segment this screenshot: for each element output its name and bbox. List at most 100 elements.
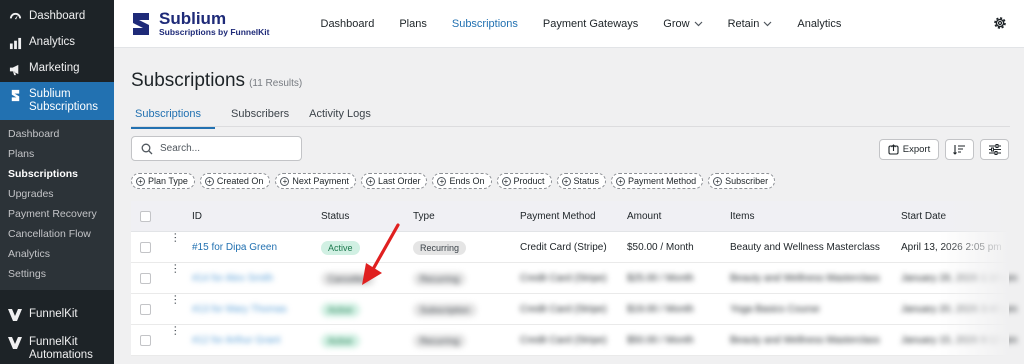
nav-retain[interactable]: Retain [715,18,785,30]
row-actions-icon[interactable]: ⋯ [169,325,182,356]
sort-icon [953,145,965,155]
sliders-icon [988,144,1001,155]
status-badge: Active [321,302,360,317]
sidebar-item-sublium-subscriptions[interactable]: Sublium Subscriptions [0,82,114,120]
row-checkbox[interactable] [140,335,151,346]
sidebar-item-dashboard[interactable]: Dashboard [0,4,114,30]
subscription-id-link[interactable]: #13 for Mary Thomas [192,294,287,325]
filter-chips: + Plan Type + Created On + Next Payment + La… [131,173,776,189]
col-header-start-date[interactable]: Start Date [901,201,946,232]
items-cell: Yoga Basics Course [730,304,820,315]
filter-payment-method[interactable]: + Payment Method [611,173,704,189]
chevron-down-icon [763,21,772,26]
nav-plans[interactable]: Plans [387,18,440,30]
nav-grow[interactable]: Grow [651,18,715,30]
nav-payment-gateways[interactable]: Payment Gateways [530,18,650,30]
plus-circle-icon: + [437,176,447,186]
plus-circle-icon: + [713,176,723,186]
page-title-text: Subscriptions [131,70,246,91]
funnelkit-icon [8,336,22,350]
row-checkbox[interactable] [140,304,151,315]
items-cell: Beauty and Wellness Masterclass [730,335,880,346]
export-button[interactable]: Export [879,139,939,160]
sublium-logo-icon [133,12,149,35]
submenu-item-plans[interactable]: Plans [0,144,114,164]
sidebar-item-label: FunnelKit [29,308,78,320]
brand-logo[interactable]: Sublium Subscriptions by FunnelKit [130,10,300,37]
start-date-cell: January 28, 2026 1:10 pm [901,273,1018,284]
table-row[interactable]: ⋯ #14 for Alex Smith Cancelled Recurring… [131,263,1017,294]
select-all-checkbox[interactable] [140,211,151,222]
filter-ends-on[interactable]: + Ends On [432,173,492,189]
brand-subtitle: Subscriptions by FunnelKit [159,27,270,37]
plus-circle-icon: + [561,176,571,186]
row-actions-icon[interactable]: ⋯ [169,232,182,263]
sidebar-item-funnelkit-automations[interactable]: FunnelKit Automations [0,328,114,364]
sort-button[interactable] [945,139,974,160]
select-all-cell [140,201,151,232]
submenu-item-payment-recovery[interactable]: Payment Recovery [0,204,114,224]
submenu-item-subscriptions[interactable]: Subscriptions [0,164,114,184]
submenu-item-upgrades[interactable]: Upgrades [0,184,114,204]
status-badge: Active [321,240,360,255]
table-row[interactable]: ⋯ #15 for Dipa Green Active Recurring Cr… [131,232,1009,263]
plus-circle-icon: + [204,176,214,186]
row-actions-icon[interactable]: ⋯ [169,294,182,325]
filter-label: Plan Type [148,176,188,186]
type-badge: Subscription [413,302,477,317]
filter-next-payment[interactable]: + Next Payment [275,173,356,189]
sidebar-submenu: Dashboard Plans Subscriptions Upgrades P… [0,120,114,290]
search-icon [141,143,153,154]
nav-label: Dashboard [320,17,375,30]
table-row[interactable]: ⋯ #12 for Arthur Grant Active Recurring … [131,325,1017,356]
col-header-amount[interactable]: Amount [627,201,661,232]
start-date-cell: January 20, 2026 3:40 pm [901,304,1018,315]
nav-label: Analytics [797,17,842,30]
col-header-items[interactable]: Items [730,201,754,232]
col-header-id[interactable]: ID [192,201,202,232]
filter-plan-type[interactable]: + Plan Type [131,173,195,189]
submenu-item-dashboard[interactable]: Dashboard [0,124,114,144]
nav-label: Retain [727,17,760,30]
plus-circle-icon: + [365,176,375,186]
sidebar-item-marketing[interactable]: Marketing [0,56,114,82]
search-input[interactable] [160,143,280,154]
column-settings-button[interactable] [980,139,1009,160]
subscription-id-link[interactable]: #15 for Dipa Green [192,232,277,263]
nav-subscriptions[interactable]: Subscriptions [439,18,530,30]
status-cell: Active [321,325,360,356]
row-checkbox[interactable] [140,273,151,284]
sidebar-item-funnelkit[interactable]: FunnelKit [0,302,114,328]
subscription-id-link[interactable]: #12 for Arthur Grant [192,325,280,356]
gear-icon[interactable] [992,15,1008,31]
table-row[interactable]: ⋯ #13 for Mary Thomas Active Subscriptio… [131,294,1017,325]
subscription-id-link[interactable]: #14 for Alex Smith [192,263,273,294]
nav-dashboard[interactable]: Dashboard [308,18,387,30]
col-header-status[interactable]: Status [321,201,349,232]
nav-analytics[interactable]: Analytics [785,18,854,30]
filter-status[interactable]: + Status [556,173,607,189]
result-count: (11 Results) [249,78,303,89]
filter-product[interactable]: + Product [496,173,552,189]
filter-last-order[interactable]: + Last Order [360,173,428,189]
submenu-item-cancellation-flow[interactable]: Cancellation Flow [0,224,114,244]
submenu-item-analytics[interactable]: Analytics [0,244,114,264]
start-date-cell: April 13, 2026 2:05 pm [901,242,1002,253]
row-checkbox[interactable] [140,242,151,253]
sidebar-item-analytics[interactable]: Analytics [0,30,114,56]
items-cell: Beauty and Wellness Masterclass [730,273,880,284]
filter-subscriber[interactable]: + Subscriber [708,173,776,189]
sidebar-item-label: FunnelKit Automations [29,336,93,361]
row-actions-icon[interactable]: ⋯ [169,263,182,294]
submenu-item-settings[interactable]: Settings [0,264,114,284]
col-header-type[interactable]: Type [413,201,435,232]
filter-label: Created On [216,176,264,186]
admin-sidebar: Dashboard Analytics Marketing Sublium Su… [0,0,114,364]
type-cell: Recurring [413,325,467,356]
col-header-payment-method[interactable]: Payment Method [520,201,596,232]
type-cell: Recurring [413,232,467,263]
filter-created-on[interactable]: + Created On [199,173,271,189]
amount-cell: $50.00 / Month [627,242,694,253]
search-box[interactable] [131,136,302,161]
payment-method-cell: Credit Card (Stripe) [520,304,607,315]
